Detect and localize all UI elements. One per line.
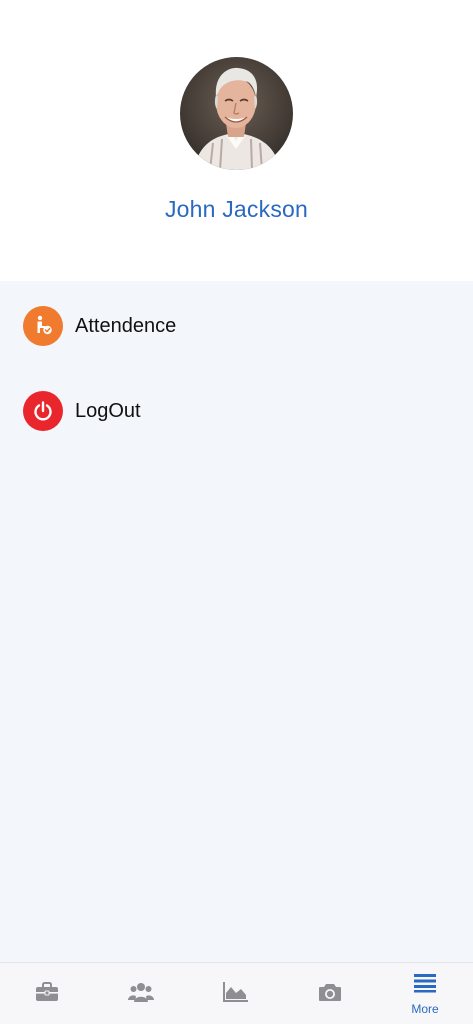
tab-camera[interactable]	[283, 963, 377, 1024]
tab-users[interactable]	[94, 963, 188, 1024]
menu-item-logout[interactable]: LogOut	[0, 381, 473, 441]
bottom-tab-bar: More	[0, 962, 473, 1024]
profile-header: John Jackson	[0, 0, 473, 281]
camera-icon	[318, 981, 342, 1008]
users-icon	[128, 981, 154, 1008]
area-chart-icon	[223, 981, 249, 1008]
tab-more-label: More	[411, 1001, 439, 1016]
avatar[interactable]	[180, 57, 293, 170]
tab-more[interactable]: More	[378, 963, 472, 1024]
menu-item-attendence[interactable]: Attendence	[0, 296, 473, 356]
user-name: John Jackson	[164, 196, 309, 222]
briefcase-icon	[35, 981, 59, 1008]
tab-briefcase[interactable]	[0, 963, 94, 1024]
attendance-icon	[23, 306, 63, 346]
power-icon	[23, 391, 63, 431]
menu-item-label: Attendence	[75, 314, 177, 337]
tab-chart[interactable]	[189, 963, 283, 1024]
menu-item-label: LogOut	[75, 399, 141, 422]
menu-icon	[413, 973, 437, 998]
